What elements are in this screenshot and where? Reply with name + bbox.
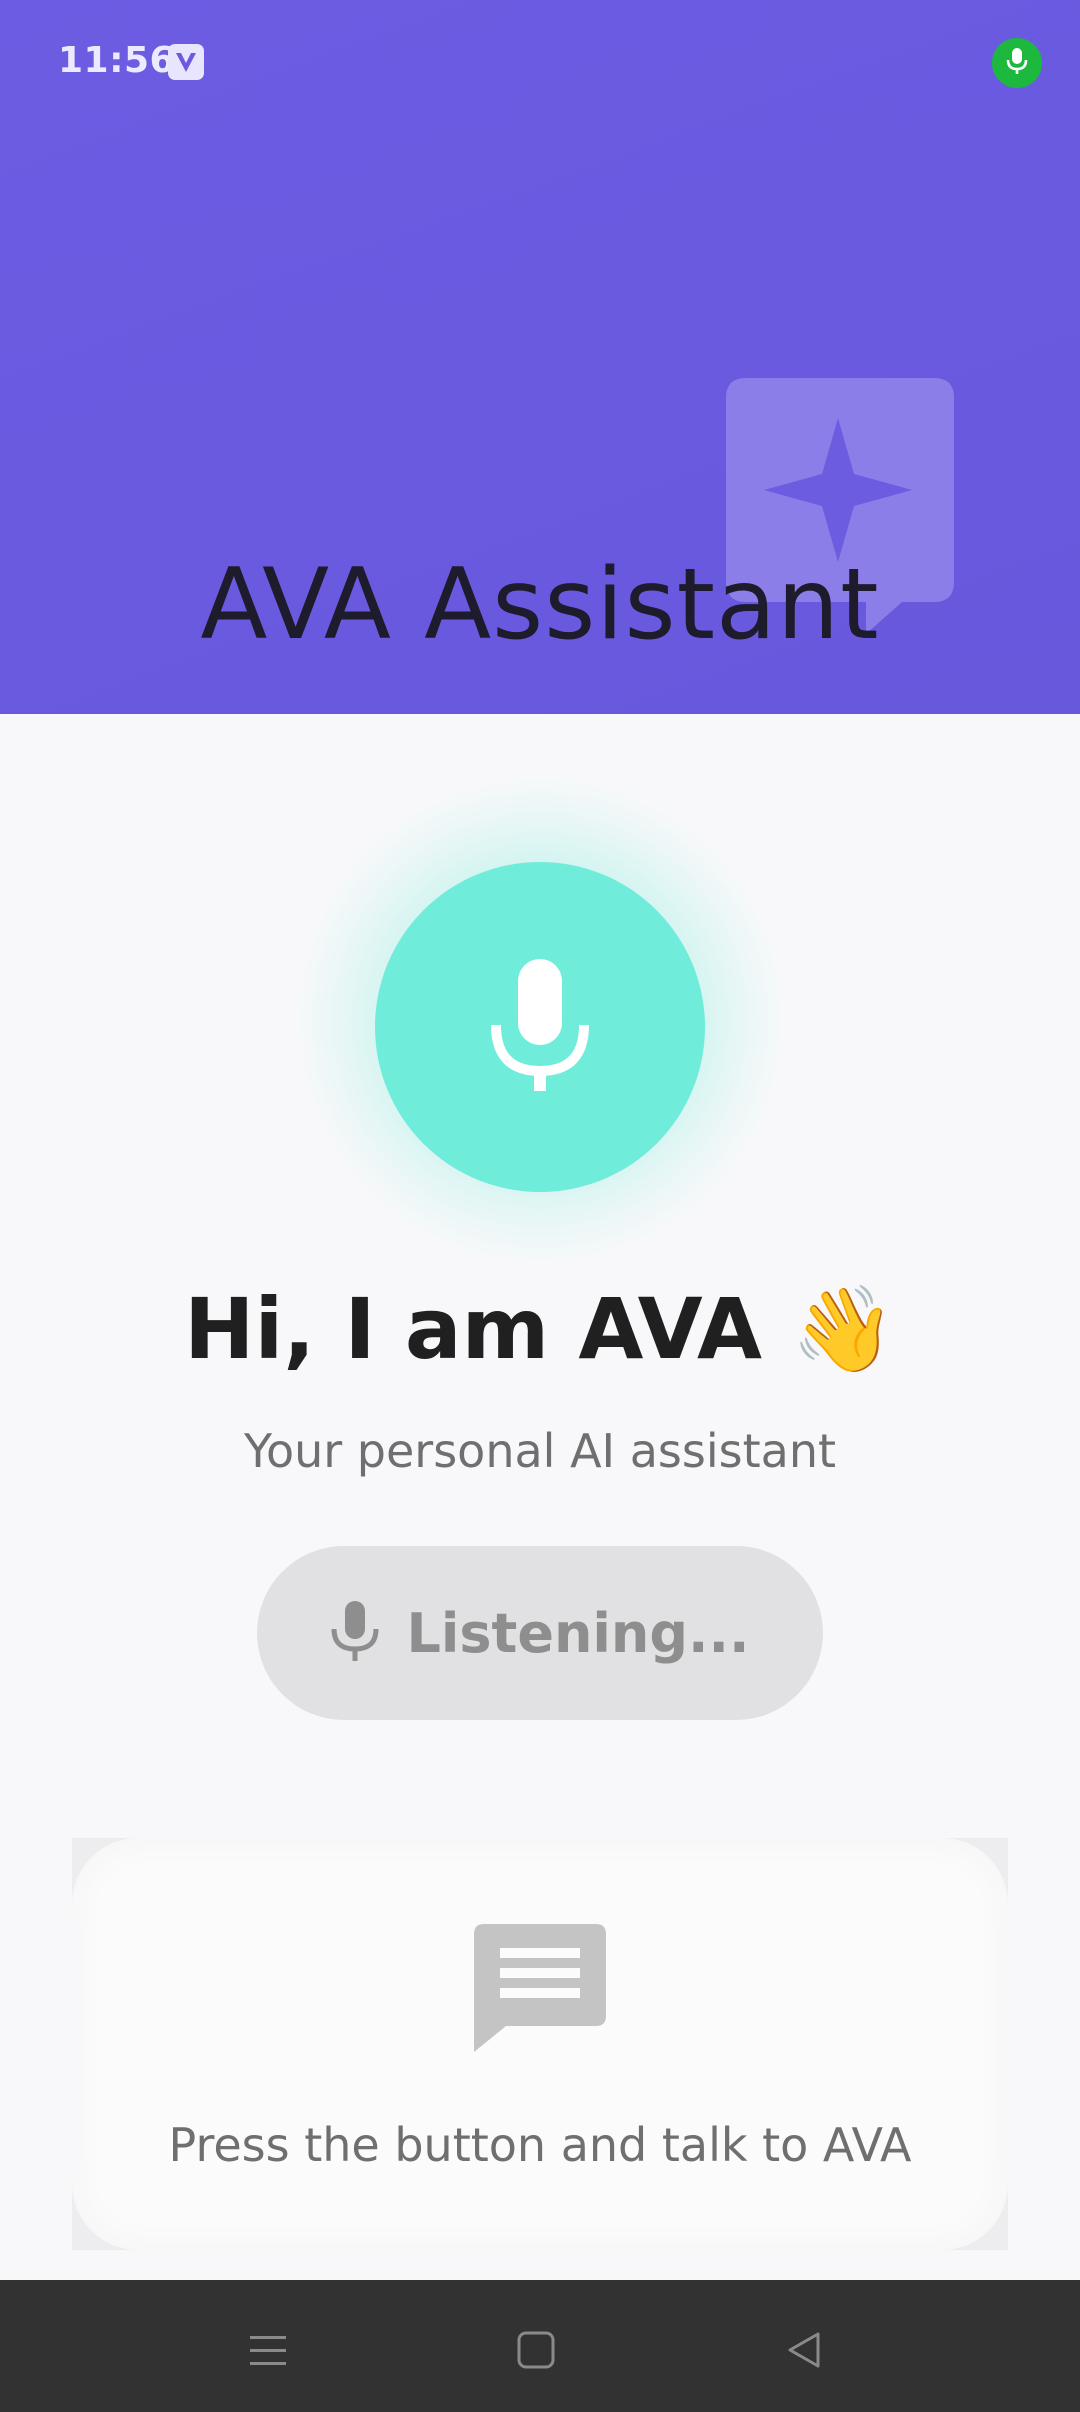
menu-icon[interactable]: [238, 2320, 298, 2380]
mic-active-indicator: [992, 38, 1042, 88]
microphone-icon: [1005, 47, 1029, 80]
info-card-container: Press the button and talk to AVA: [72, 1838, 1008, 2250]
status-time: 11:56: [58, 40, 176, 81]
system-nav-bar: [0, 2280, 1080, 2412]
v-app-icon: [168, 44, 204, 80]
app-screen: 11:56 AVA Assistant Hi, I am AVA 👋 Your …: [0, 0, 1080, 2412]
home-square-icon[interactable]: [506, 2320, 566, 2380]
microphone-icon: [330, 1600, 380, 1666]
page-title: AVA Assistant: [200, 548, 880, 662]
greeting-heading: Hi, I am AVA 👋: [184, 1280, 896, 1378]
status-bar: 11:56: [0, 0, 1080, 124]
back-triangle-icon[interactable]: [774, 2320, 834, 2380]
chat-message-icon: [474, 1924, 606, 2052]
listening-label: Listening...: [406, 1601, 750, 1665]
microphone-icon: [490, 958, 590, 1096]
mic-button[interactable]: [375, 862, 705, 1192]
subtitle: Your personal AI assistant: [243, 1424, 837, 1478]
listening-button[interactable]: Listening...: [257, 1546, 823, 1720]
info-card: Press the button and talk to AVA: [72, 1838, 1008, 2250]
header: 11:56 AVA Assistant: [0, 0, 1080, 714]
info-card-text: Press the button and talk to AVA: [168, 2118, 912, 2172]
